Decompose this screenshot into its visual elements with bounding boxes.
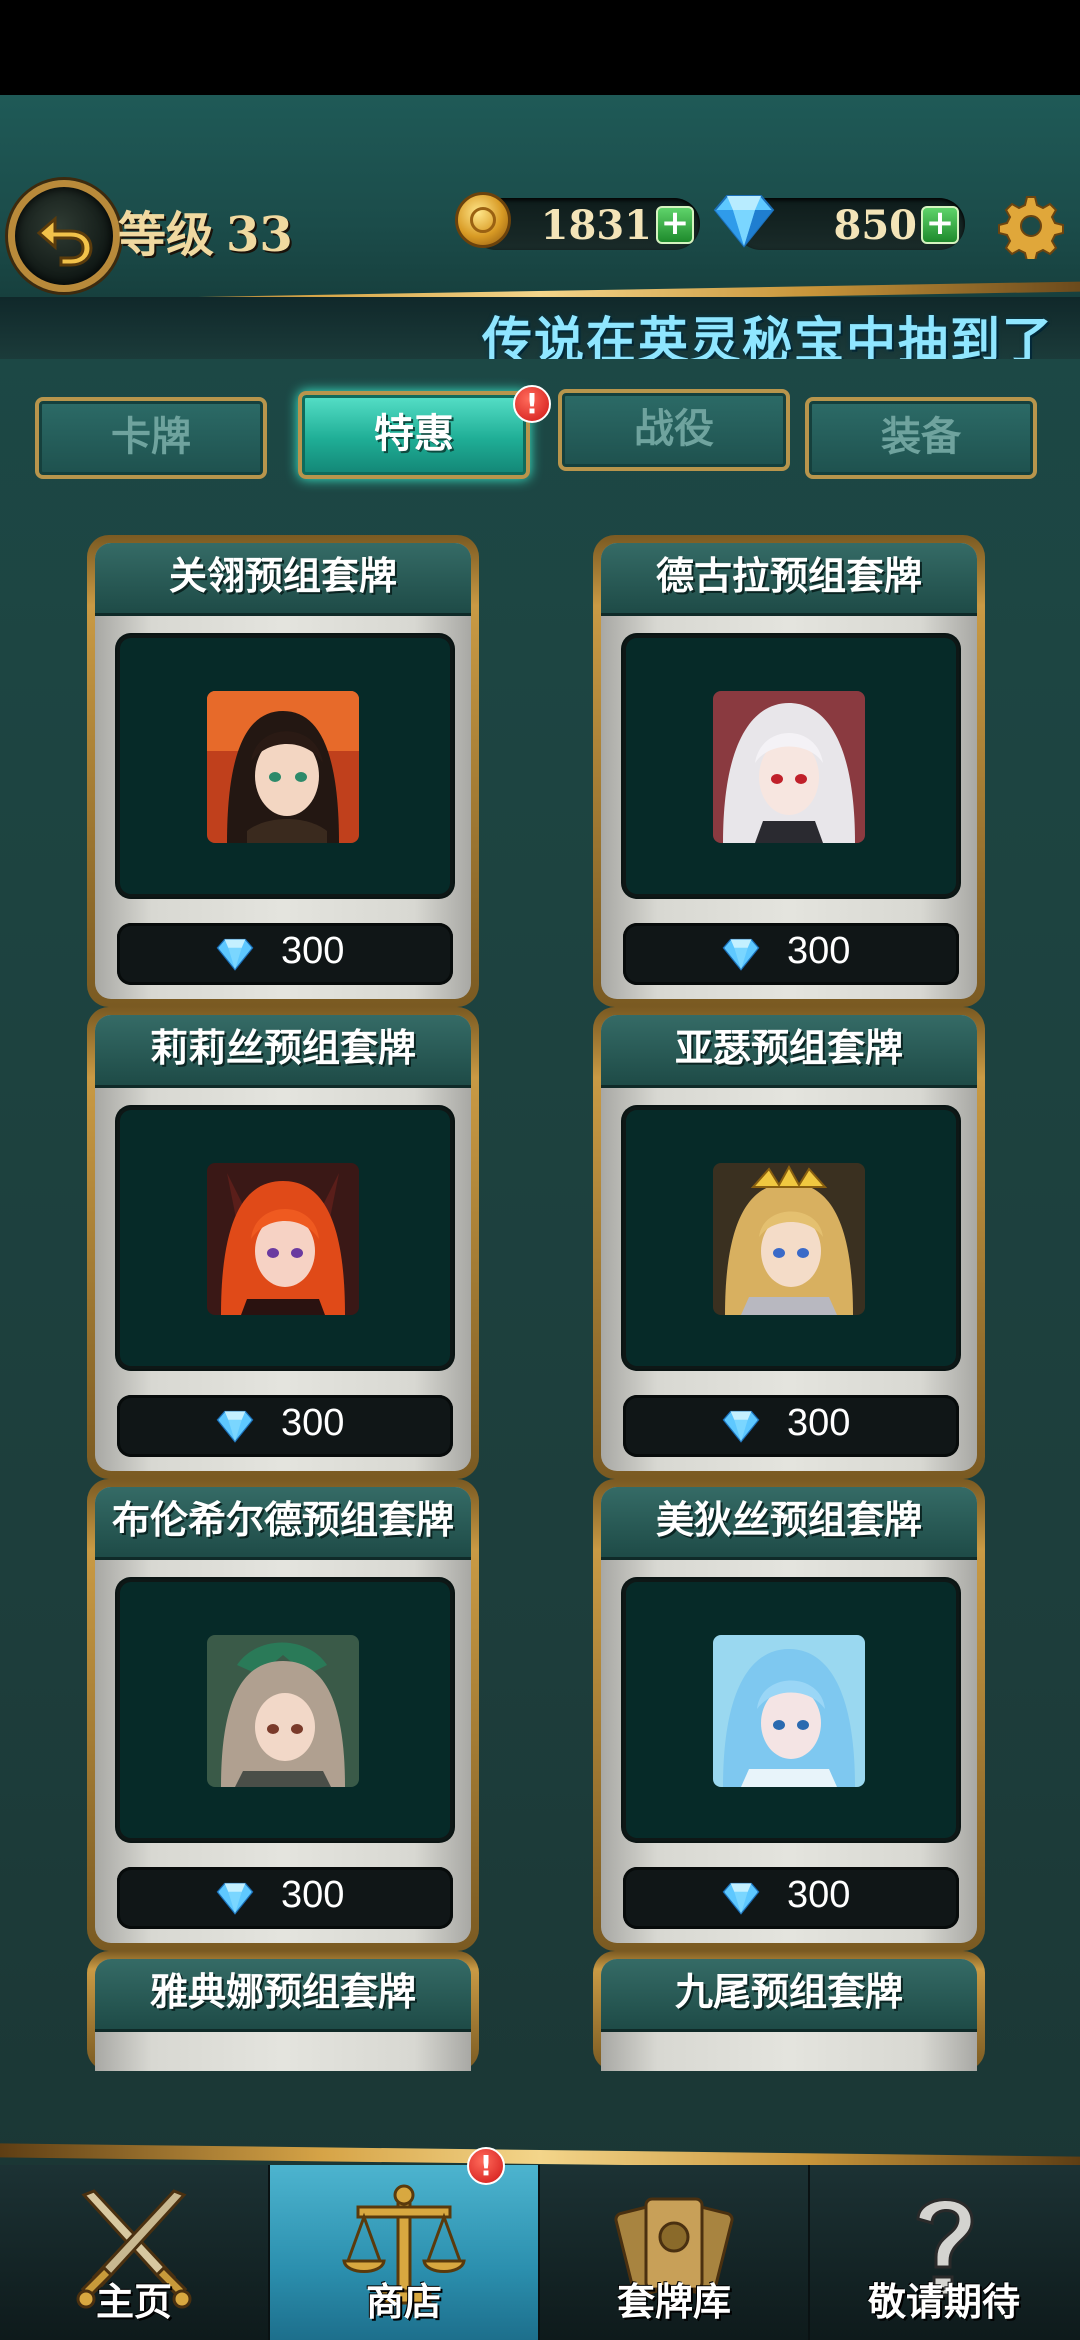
diamond-icon [216, 1410, 254, 1443]
portrait-panel [623, 1579, 959, 1841]
tab-cards[interactable]: 卡牌 [35, 397, 267, 479]
add-gems-button[interactable]: + [921, 206, 959, 244]
card-body: 关翎预组套牌 300 [95, 543, 471, 999]
card-title: 莉莉丝预组套牌 [95, 1015, 471, 1088]
hero-portrait [713, 1163, 865, 1315]
status-bar [0, 0, 1080, 95]
game-screen: 等级 33 1831 + 850 + 传说在英灵秘宝中抽到了 卡牌 特惠 ! 战役… [0, 95, 1080, 2340]
portrait-panel [117, 1579, 453, 1841]
card-title: 关翎预组套牌 [95, 543, 471, 616]
nav-home[interactable]: 主页 [0, 2165, 270, 2340]
diamond-icon [722, 1410, 760, 1443]
card-title: 雅典娜预组套牌 [95, 1959, 471, 2032]
deck-card[interactable]: 雅典娜预组套牌 [87, 1951, 479, 2071]
deck-card[interactable]: 亚瑟预组套牌 300 [593, 1007, 985, 1479]
diamond-icon [722, 1882, 760, 1915]
tab-label: 卡牌 [111, 414, 191, 460]
deck-card[interactable]: 九尾预组套牌 [593, 1951, 985, 2071]
portrait-panel [623, 635, 959, 897]
deck-card[interactable]: 关翎预组套牌 300 [87, 535, 479, 1007]
price-bar: 300 [117, 923, 453, 985]
price-bar: 300 [117, 1867, 453, 1929]
nav-label: 敬请期待 [867, 2280, 1020, 2324]
card-body: 雅典娜预组套牌 [95, 1959, 471, 2071]
shop-alert-badge: ! [467, 2147, 505, 2185]
card-body: 莉莉丝预组套牌 300 [95, 1015, 471, 1471]
hero-portrait [207, 691, 359, 843]
tab-equipment[interactable]: 装备 [805, 397, 1037, 479]
card-title: 布伦希尔德预组套牌 [95, 1487, 471, 1560]
diamond-icon [722, 938, 760, 971]
diamond-icon [216, 1882, 254, 1915]
nav-deck-library[interactable]: 套牌库 [540, 2165, 810, 2340]
hero-portrait [207, 1635, 359, 1787]
deck-card[interactable]: 德古拉预组套牌 300 [593, 535, 985, 1007]
card-body: 九尾预组套牌 [601, 1959, 977, 2071]
coin-amount: 1831 [540, 202, 652, 249]
portrait-panel [623, 1107, 959, 1369]
diamond-icon [713, 195, 775, 248]
price-bar: 300 [117, 1395, 453, 1457]
back-arrow-icon [36, 215, 93, 267]
hero-portrait [713, 691, 865, 843]
card-body: 布伦希尔德预组套牌 300 [95, 1487, 471, 1943]
price-bar: 300 [623, 1867, 959, 1929]
gem-amount: 850 [833, 202, 918, 249]
tab-label: 装备 [881, 414, 961, 460]
card-title: 美狄丝预组套牌 [601, 1487, 977, 1560]
nav-label: 套牌库 [616, 2280, 731, 2324]
card-body: 亚瑟预组套牌 300 [601, 1015, 977, 1471]
price-value: 300 [787, 930, 851, 972]
tab-specials[interactable]: 特惠 [298, 391, 530, 479]
player-level: 等级 33 [118, 195, 293, 265]
announcement-ticker: 传说在英灵秘宝中抽到了 [0, 297, 1080, 359]
nav-coming-soon[interactable]: 敬请期待 [810, 2165, 1078, 2340]
portrait-panel [117, 1107, 453, 1369]
tab-label: 战役 [634, 406, 714, 452]
price-value: 300 [281, 1402, 345, 1444]
tab-campaign[interactable]: 战役 [558, 389, 790, 471]
tab-alert-badge: ! [513, 385, 551, 423]
price-value: 300 [281, 930, 345, 972]
nav-label: 主页 [95, 2280, 172, 2324]
hero-portrait [207, 1163, 359, 1315]
gear-icon[interactable] [998, 193, 1064, 259]
price-value: 300 [787, 1874, 851, 1916]
tab-label: 特惠 [374, 411, 454, 457]
price-value: 300 [787, 1402, 851, 1444]
nav-label: 商店 [365, 2280, 442, 2324]
hero-portrait [713, 1635, 865, 1787]
deck-card[interactable]: 美狄丝预组套牌 300 [593, 1479, 985, 1951]
price-bar: 300 [623, 923, 959, 985]
card-title: 德古拉预组套牌 [601, 543, 977, 616]
card-body: 美狄丝预组套牌 300 [601, 1487, 977, 1943]
ticker-text: 传说在英灵秘宝中抽到了 [482, 312, 1054, 359]
price-value: 300 [281, 1874, 345, 1916]
portrait-panel [117, 635, 453, 897]
deck-card[interactable]: 布伦希尔德预组套牌 300 [87, 1479, 479, 1951]
card-body: 德古拉预组套牌 300 [601, 543, 977, 999]
card-title: 亚瑟预组套牌 [601, 1015, 977, 1088]
nav-shop[interactable]: 商店 [270, 2165, 540, 2340]
level-label: 等级 [118, 207, 215, 263]
add-coins-button[interactable]: + [656, 206, 694, 244]
diamond-icon [216, 938, 254, 971]
deck-card[interactable]: 莉莉丝预组套牌 300 [87, 1007, 479, 1479]
coin-icon [455, 192, 511, 248]
gem-counter: 850 + [713, 195, 965, 250]
card-title: 九尾预组套牌 [601, 1959, 977, 2032]
back-button[interactable] [8, 180, 120, 292]
coin-counter: 1831 + [455, 192, 700, 250]
bottom-nav: 主页 商店 ! 套牌库 敬请期待 [0, 2147, 1080, 2340]
price-bar: 300 [623, 1395, 959, 1457]
level-value: 33 [226, 207, 293, 263]
